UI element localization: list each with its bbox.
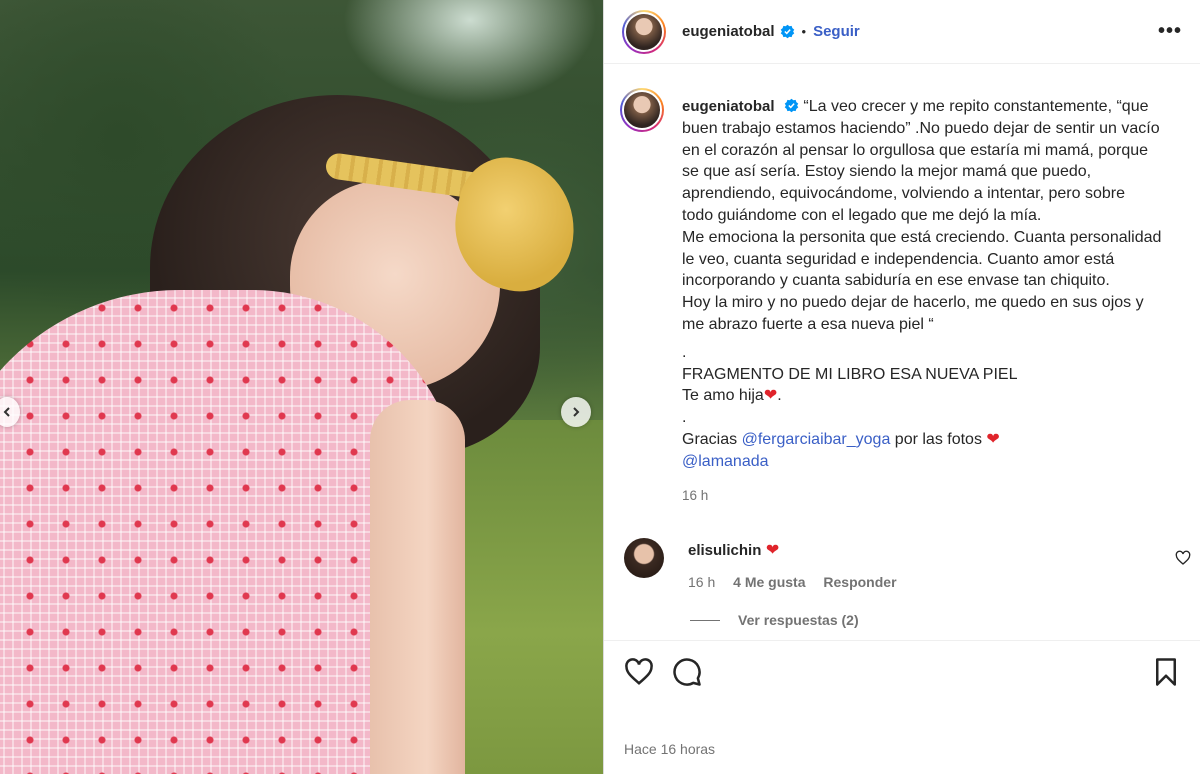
caption-line: . [682,343,687,361]
caption-line: . [682,409,687,427]
comment-time: 16 h [688,574,716,591]
post-time-ago: Hace 16 horas [624,741,716,757]
comment-reply-button[interactable]: Responder [823,574,896,590]
comment-item: elisulichin ❤ 16 h 4 Me gusta Responder [604,538,1200,590]
caption-username[interactable]: eugeniatobal [682,98,775,115]
caption-line: en el corazón al pensar lo orgullosa que… [682,141,1149,159]
caption-row: eugeniatobal “La veo crecer y me repito … [604,88,1200,506]
caption-line: se que así sería. Estoy siendo la mejor … [682,163,1092,181]
caption-line: me abrazo fuerte a esa nueva piel “ [682,315,934,333]
post-photo[interactable] [0,0,603,774]
bookmark-icon[interactable] [1151,657,1181,687]
caption-line: Me emociona la personita que está crecie… [682,228,1162,246]
post-header: eugeniatobal • Seguir ••• [604,0,1200,64]
follow-button[interactable]: Seguir [813,23,860,40]
post-body: eugeniatobal “La veo crecer y me repito … [604,88,1200,628]
heart-emoji-icon: ❤ [763,387,778,405]
author-username[interactable]: eugeniatobal [682,23,775,40]
view-replies-label: Ver respuestas (2) [738,612,859,629]
caption-line: aprendiendo, equivocándome, volviendo a … [682,185,1125,203]
caption-line: incorporando y cuanta sabiduría en ese e… [682,272,1110,290]
carousel-next-button[interactable] [561,397,591,427]
caption-line: “La veo crecer y me repito constantement… [803,98,1149,115]
caption-line: Gracias [682,430,738,448]
caption-line: todo guiándome con el legado que me dejó… [682,206,1042,224]
separator-dot: • [801,24,807,39]
verified-badge-icon [780,24,795,39]
more-icon[interactable]: ••• [1158,20,1182,43]
heart-emoji-icon: ❤ [765,542,780,560]
caption-line: Te amo hija [682,387,764,405]
comment-likes[interactable]: 4 Me gusta [733,574,805,590]
comment-icon[interactable] [672,657,702,687]
comment-meta: 16 h 4 Me gusta Responder [688,574,911,590]
mention-link[interactable]: @fergarciaibar_yoga [742,431,891,448]
replies-divider [690,619,720,621]
commenter-avatar[interactable] [624,538,664,579]
comment-heart-icon[interactable] [1175,550,1191,566]
caption-line: por las fotos [894,430,982,448]
photo-arm [370,400,465,774]
verified-badge-icon [784,98,799,113]
commenter-username[interactable]: elisulichin [688,542,761,559]
post-panel: eugeniatobal • Seguir ••• eugeniatobal “… [603,0,1200,774]
caption-line: FRAGMENTO DE MI LIBRO ESA NUEVA PIEL [682,365,1018,383]
mention-link[interactable]: @lamanada [682,451,1185,473]
caption-author-avatar[interactable] [620,88,664,132]
author-avatar[interactable] [622,9,666,54]
chevron-left-icon [3,407,10,417]
chevron-right-icon [573,407,580,417]
heart-emoji-icon: ❤ [986,430,1000,448]
heart-icon[interactable] [624,657,654,687]
caption-timestamp: 16 h [682,487,709,503]
post-actions: Hace 16 horas [604,640,1200,774]
caption-line: buen trabajo estamos haciendo” .No puedo… [682,119,1160,137]
caption-line: le veo, cuanta seguridad e independencia… [682,250,1115,268]
caption-line: Hoy la miro y no puedo dejar de hacerlo,… [682,294,1144,312]
view-replies-button[interactable]: Ver respuestas (2) [690,612,1200,628]
caption-text: eugeniatobal “La veo crecer y me repito … [682,96,1185,506]
